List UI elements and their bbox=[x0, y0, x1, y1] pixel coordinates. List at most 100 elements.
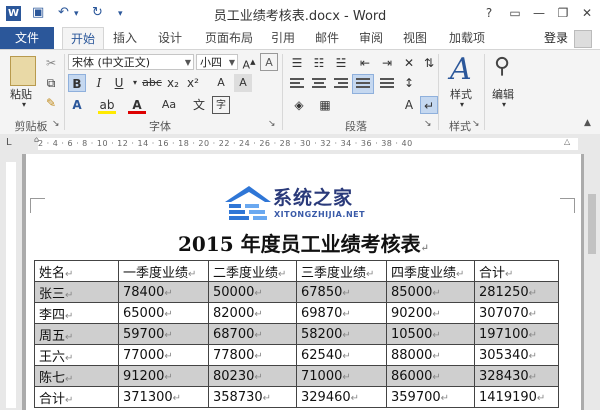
change-case-button[interactable]: Aa bbox=[158, 96, 180, 114]
paste-button[interactable]: 粘贴 bbox=[10, 86, 32, 102]
clear-format-icon[interactable]: A bbox=[260, 53, 278, 71]
find-icon[interactable]: ⚲ bbox=[494, 54, 510, 79]
sort-icon[interactable]: ⇅ bbox=[420, 54, 438, 72]
table-cell[interactable]: 71000↵ bbox=[296, 365, 387, 387]
superscript-button[interactable]: x² bbox=[184, 74, 202, 92]
vertical-scrollbar[interactable] bbox=[584, 154, 600, 410]
table-cell[interactable]: 307070↵ bbox=[474, 302, 559, 324]
character-shading-button[interactable]: A bbox=[234, 74, 252, 92]
table-cell[interactable]: 82000↵ bbox=[208, 302, 297, 324]
avatar[interactable] bbox=[574, 30, 592, 48]
font-color-button[interactable]: A bbox=[128, 96, 146, 114]
tab-design[interactable]: 设计 bbox=[150, 27, 190, 49]
table-cell[interactable]: 90200↵ bbox=[386, 302, 475, 324]
highlight-button[interactable]: ab bbox=[98, 96, 116, 114]
justify-button[interactable] bbox=[352, 74, 374, 94]
align-center-icon[interactable] bbox=[312, 78, 326, 90]
table-cell[interactable]: 86000↵ bbox=[386, 365, 475, 387]
multilevel-list-icon[interactable]: ☱ bbox=[332, 54, 350, 72]
table-header-cell[interactable]: 一季度业绩↵ bbox=[118, 260, 209, 282]
table-cell[interactable]: 85000↵ bbox=[386, 281, 475, 303]
table-cell[interactable]: 合计↵ bbox=[34, 386, 119, 408]
text-effects-button[interactable]: A bbox=[68, 96, 86, 114]
table-cell[interactable]: 197100↵ bbox=[474, 323, 559, 345]
chevron-down-icon[interactable]: ▾ bbox=[502, 100, 506, 109]
tab-review[interactable]: 审阅 bbox=[354, 27, 388, 49]
character-border-button[interactable]: A bbox=[212, 74, 230, 92]
table-cell[interactable]: 305340↵ bbox=[474, 344, 559, 366]
collapse-ribbon-icon[interactable]: ▲ bbox=[584, 118, 591, 128]
tab-references[interactable]: 引用 bbox=[266, 27, 300, 49]
clipboard-launcher-icon[interactable]: ↘ bbox=[52, 119, 60, 129]
bold-button[interactable]: B bbox=[68, 74, 86, 92]
paste-icon[interactable] bbox=[10, 56, 36, 86]
tab-layout[interactable]: 页面布局 bbox=[200, 27, 258, 49]
asian-layout-icon[interactable]: A bbox=[400, 96, 418, 114]
align-left-icon[interactable] bbox=[290, 78, 304, 90]
table-cell[interactable]: 陈七↵ bbox=[34, 365, 119, 387]
chinese-layout-icon[interactable]: ✕ bbox=[400, 54, 418, 72]
table-cell[interactable]: 王六↵ bbox=[34, 344, 119, 366]
table-cell[interactable]: 78400↵ bbox=[118, 281, 209, 303]
borders-icon[interactable]: ▦ bbox=[316, 96, 334, 114]
table-cell[interactable]: 李四↵ bbox=[34, 302, 119, 324]
table-cell[interactable]: 371300↵ bbox=[118, 386, 209, 408]
tab-home[interactable]: 开始 bbox=[62, 27, 104, 49]
scrollbar-thumb[interactable] bbox=[588, 194, 596, 254]
line-spacing-icon[interactable]: ↕ bbox=[400, 74, 418, 92]
table-cell[interactable]: 358730↵ bbox=[208, 386, 297, 408]
table-cell[interactable]: 91200↵ bbox=[118, 365, 209, 387]
tab-insert[interactable]: 插入 bbox=[108, 27, 142, 49]
cut-icon[interactable]: ✂ bbox=[42, 54, 60, 72]
table-cell[interactable]: 65000↵ bbox=[118, 302, 209, 324]
font-launcher-icon[interactable]: ↘ bbox=[268, 119, 276, 129]
font-size-select[interactable]: 小四 ▼ bbox=[196, 54, 238, 70]
numbering-icon[interactable]: ☷ bbox=[310, 54, 328, 72]
table-cell[interactable]: 68700↵ bbox=[208, 323, 297, 345]
table-cell[interactable]: 329460↵ bbox=[296, 386, 387, 408]
enclose-characters-button[interactable]: 字 bbox=[212, 96, 230, 114]
table-cell[interactable]: 281250↵ bbox=[474, 281, 559, 303]
grow-font-icon[interactable]: A▲ bbox=[240, 53, 258, 72]
table-cell[interactable]: 10500↵ bbox=[386, 323, 475, 345]
format-painter-icon[interactable]: ✎ bbox=[42, 94, 60, 112]
tab-file[interactable]: 文件 bbox=[0, 27, 54, 49]
table-cell[interactable]: 周五↵ bbox=[34, 323, 119, 345]
table-cell[interactable]: 69870↵ bbox=[296, 302, 387, 324]
table-header-cell[interactable]: 四季度业绩↵ bbox=[386, 260, 475, 282]
tab-addins[interactable]: 加载项 bbox=[444, 27, 490, 49]
table-cell[interactable]: 62540↵ bbox=[296, 344, 387, 366]
document-page[interactable]: 系统之家 XITONGZHIJIA.NET 2015 年度员工业绩考核表↵ 姓名… bbox=[26, 154, 581, 410]
shading-icon[interactable]: ◈ bbox=[290, 96, 308, 114]
paragraph-launcher-icon[interactable]: ↘ bbox=[424, 119, 432, 129]
tab-mailings[interactable]: 邮件 bbox=[310, 27, 344, 49]
strikethrough-button[interactable]: abc bbox=[140, 74, 164, 92]
table-cell[interactable]: 328430↵ bbox=[474, 365, 559, 387]
table-cell[interactable]: 50000↵ bbox=[208, 281, 297, 303]
sign-in-link[interactable]: 登录 bbox=[544, 27, 568, 49]
indent-marker-icon[interactable]: ⌂ bbox=[34, 135, 39, 144]
font-name-select[interactable]: 宋体 (中文正文) ▼ bbox=[68, 54, 194, 70]
minimize-button[interactable]: — bbox=[528, 2, 550, 24]
restore-button[interactable]: ❐ bbox=[552, 2, 574, 24]
performance-table[interactable]: 姓名↵ 一季度业绩↵ 二季度业绩↵ 三季度业绩↵ 四季度业绩↵ 合计↵ 张三↵ 78400↵ 5… bbox=[34, 260, 559, 408]
table-cell[interactable]: 77000↵ bbox=[118, 344, 209, 366]
table-header-cell[interactable]: 二季度业绩↵ bbox=[208, 260, 297, 282]
table-header-cell[interactable]: 三季度业绩↵ bbox=[296, 260, 387, 282]
table-cell[interactable]: 77800↵ bbox=[208, 344, 297, 366]
distributed-icon[interactable] bbox=[380, 78, 394, 90]
chevron-down-icon[interactable]: ▾ bbox=[460, 100, 464, 109]
ribbon-display-button[interactable]: ▭ bbox=[504, 2, 526, 24]
table-cell[interactable]: 359700↵ bbox=[386, 386, 475, 408]
decrease-indent-icon[interactable]: ⇤ bbox=[356, 54, 374, 72]
table-header-cell[interactable]: 合计↵ bbox=[474, 260, 559, 282]
horizontal-ruler[interactable]: 2 · 4 · 6 · 8 · 10 · 12 · 14 · 16 · 18 ·… bbox=[0, 134, 600, 154]
italic-button[interactable]: I bbox=[90, 74, 108, 92]
table-cell[interactable]: 88000↵ bbox=[386, 344, 475, 366]
tab-view[interactable]: 视图 bbox=[398, 27, 432, 49]
table-cell[interactable]: 80230↵ bbox=[208, 365, 297, 387]
table-cell[interactable]: 59700↵ bbox=[118, 323, 209, 345]
copy-icon[interactable]: ⧉ bbox=[42, 74, 60, 92]
subscript-button[interactable]: x₂ bbox=[164, 74, 182, 92]
paste-dropdown-icon[interactable]: ▾ bbox=[22, 100, 26, 109]
